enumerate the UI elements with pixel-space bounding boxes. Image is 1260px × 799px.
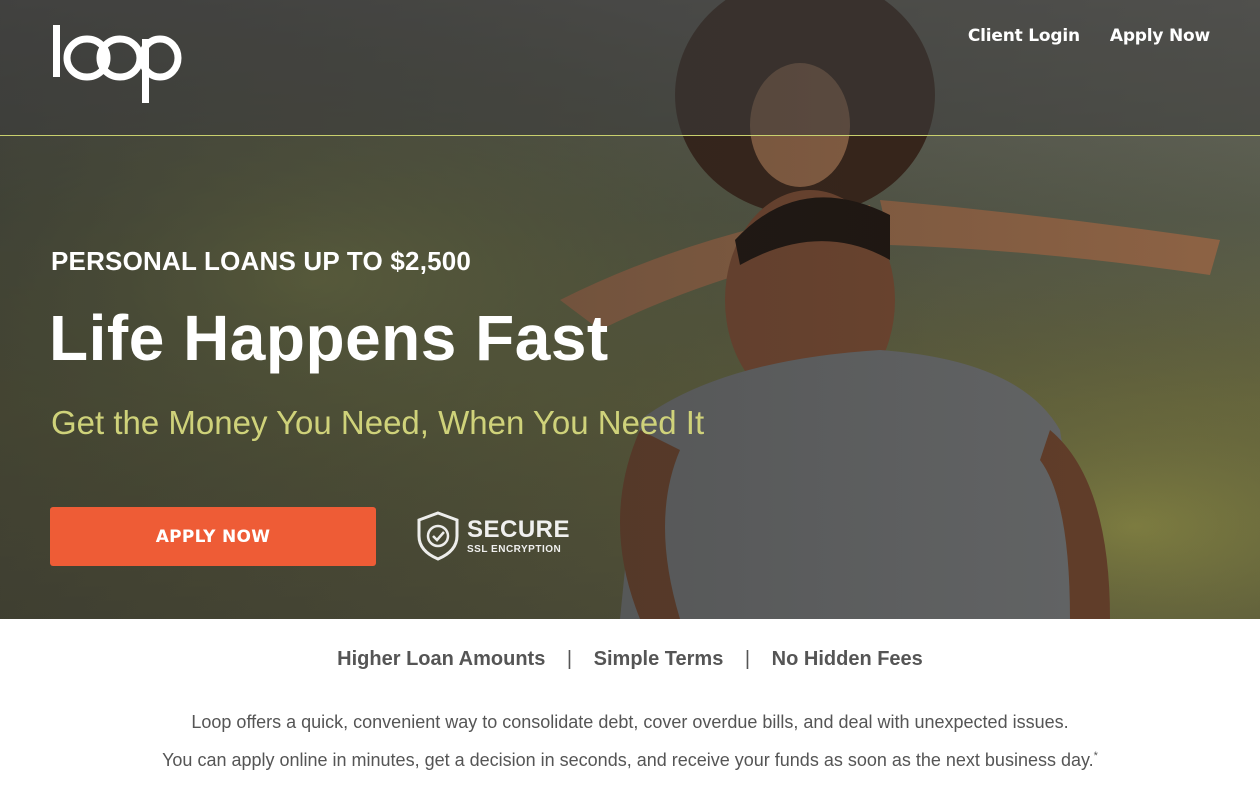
feature-item: Simple Terms <box>593 648 724 670</box>
loop-logo[interactable] <box>50 20 182 106</box>
hero-section: Client Login Apply Now PERSONAL LOANS UP… <box>0 0 1260 619</box>
secure-ssl-badge: SECURE SSL ENCRYPTION <box>415 511 570 561</box>
main-nav: Client Login Apply Now <box>968 26 1210 46</box>
top-navbar: Client Login Apply Now <box>0 0 1260 136</box>
feature-item: Higher Loan Amounts <box>337 648 546 670</box>
feature-separator: | <box>566 648 573 670</box>
description-line-2: You can apply online in minutes, get a d… <box>0 739 1260 777</box>
client-login-link[interactable]: Client Login <box>968 26 1080 46</box>
hero-headline: Life Happens Fast <box>49 302 609 374</box>
apply-now-button[interactable]: APPLY NOW <box>50 507 376 566</box>
description-block: Loop offers a quick, convenient way to c… <box>0 705 1260 777</box>
feature-separator: | <box>744 648 751 670</box>
hero-subline: Get the Money You Need, When You Need It <box>51 404 705 441</box>
feature-item: No Hidden Fees <box>771 648 923 670</box>
description-line-1: Loop offers a quick, convenient way to c… <box>191 712 1069 732</box>
secure-badge-subtitle: SSL ENCRYPTION <box>467 543 562 555</box>
secure-badge-title: SECURE <box>467 515 571 543</box>
description-line-2-text: You can apply online in minutes, get a d… <box>162 750 1094 770</box>
feature-strip: Higher Loan Amounts | Simple Terms | No … <box>0 648 1260 671</box>
apply-now-link[interactable]: Apply Now <box>1110 26 1210 46</box>
hero-eyebrow: PERSONAL LOANS UP TO $2,500 <box>51 246 472 276</box>
footnote-marker: * <box>1093 750 1098 762</box>
shield-check-icon <box>417 511 459 561</box>
